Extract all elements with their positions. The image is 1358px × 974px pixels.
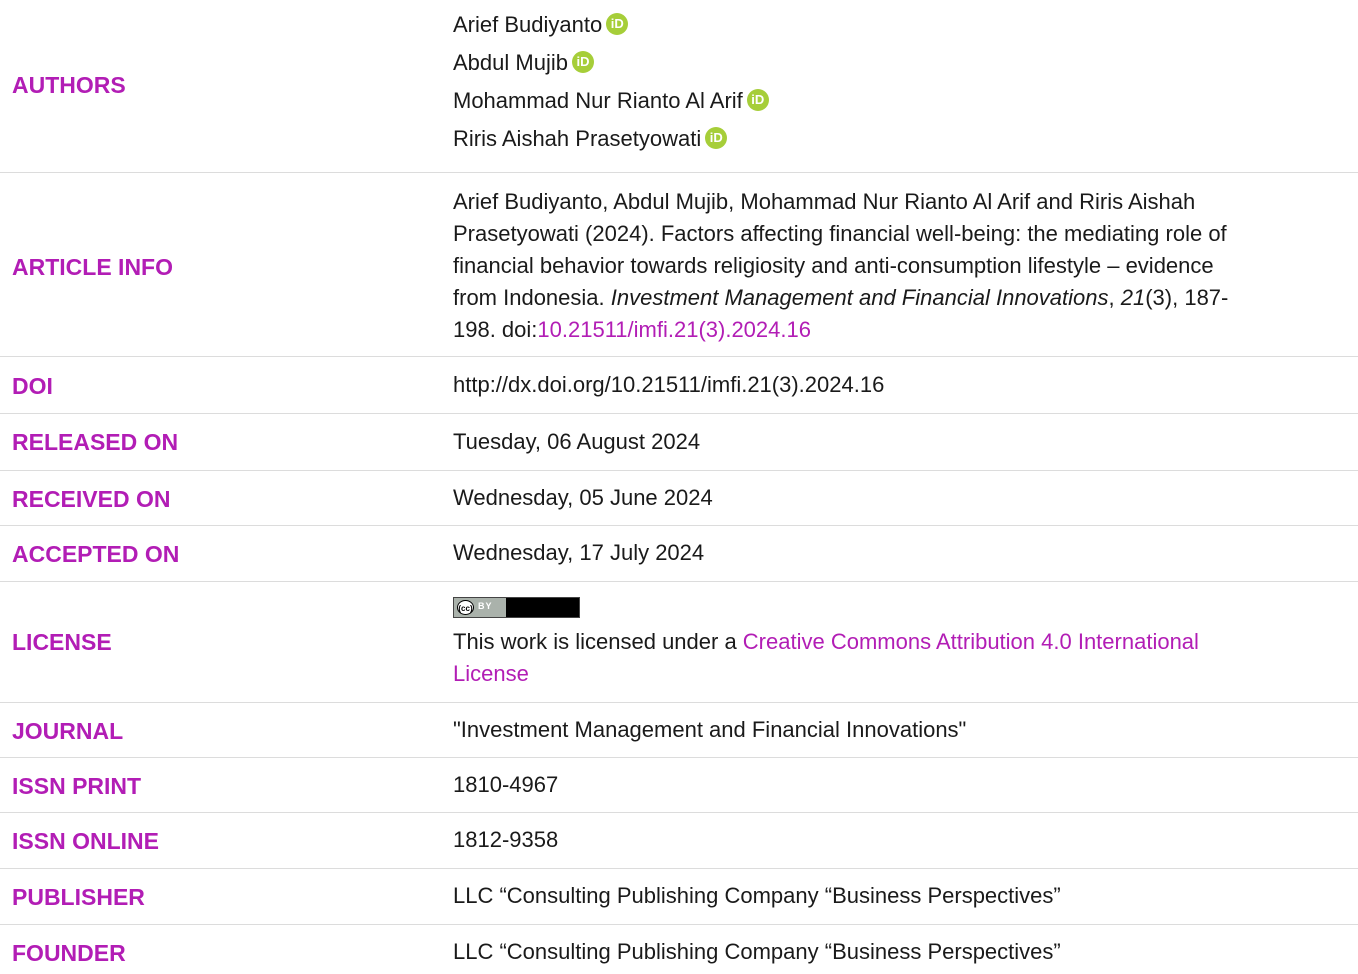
license-line: License xyxy=(453,658,1330,690)
journal-value: "Investment Management and Financial Inn… xyxy=(453,717,967,742)
founder-row: FOUNDER LLC “Consulting Publishing Compa… xyxy=(0,925,1358,974)
authors-row: AUTHORS Arief Budiyanto iD Abdul Mujib iD … xyxy=(0,0,1358,173)
received-on-value: Wednesday, 05 June 2024 xyxy=(453,485,713,510)
cc-by-badge[interactable]: (cc) BY xyxy=(453,597,580,623)
founder-label: FOUNDER xyxy=(12,940,126,966)
citation-line: 198. doi:10.21511/imfi.21(3).2024.16 xyxy=(453,314,1330,346)
citation-text: from Indonesia. xyxy=(453,285,611,310)
license-prefix: This work is licensed under a xyxy=(453,629,743,654)
license-line: This work is licensed under a Creative C… xyxy=(453,626,1330,658)
citation-line: from Indonesia. Investment Management an… xyxy=(453,282,1330,314)
citation-line: Prasetyowati (2024). Factors affecting f… xyxy=(453,221,1227,246)
issn-online-label: ISSN ONLINE xyxy=(12,828,159,854)
cc-icon: (cc) xyxy=(457,600,474,615)
license-link-continued[interactable]: License xyxy=(453,661,529,686)
received-on-label: RECEIVED ON xyxy=(12,486,171,512)
author-name[interactable]: Abdul Mujib xyxy=(453,50,568,75)
cc-by-badge-image: (cc) BY xyxy=(453,597,580,618)
citation-volume: 21 xyxy=(1120,285,1146,310)
license-text: This work is licensed under a Creative C… xyxy=(453,626,1330,690)
publisher-row: PUBLISHER LLC “Consulting Publishing Com… xyxy=(0,869,1358,925)
author-item: Mohammad Nur Rianto Al Arif iD xyxy=(453,82,1330,120)
article-info-citation: Arief Budiyanto, Abdul Mujib, Mohammad N… xyxy=(453,186,1330,346)
released-on-row: RELEASED ON Tuesday, 06 August 2024 xyxy=(0,414,1358,471)
authors-list: Arief Budiyanto iD Abdul Mujib iD Mohammad… xyxy=(453,6,1330,158)
author-name[interactable]: Mohammad Nur Rianto Al Arif xyxy=(453,88,743,113)
author-name[interactable]: Riris Aishah Prasetyowati xyxy=(453,126,701,151)
received-on-row: RECEIVED ON Wednesday, 05 June 2024 xyxy=(0,471,1358,526)
issn-online-row: ISSN ONLINE 1812-9358 xyxy=(0,813,1358,869)
author-item: Arief Budiyanto iD xyxy=(453,6,1330,44)
citation-text: (3), 187- xyxy=(1145,285,1229,310)
issn-online-value: 1812-9358 xyxy=(453,827,559,852)
citation-line: Arief Budiyanto, Abdul Mujib, Mohammad N… xyxy=(453,189,1196,214)
released-on-value: Tuesday, 06 August 2024 xyxy=(453,429,701,454)
citation-text: 198. doi: xyxy=(453,317,538,342)
authors-label: AUTHORS xyxy=(12,72,126,98)
accepted-on-label: ACCEPTED ON xyxy=(12,541,180,567)
orcid-icon[interactable]: iD xyxy=(571,51,594,74)
license-link[interactable]: Creative Commons Attribution 4.0 Interna… xyxy=(743,629,1199,654)
issn-print-row: ISSN PRINT 1810-4967 xyxy=(0,758,1358,813)
citation-journal: Investment Management and Financial Inno… xyxy=(610,285,1109,310)
citation-text: , xyxy=(1108,285,1121,310)
journal-row: JOURNAL "Investment Management and Finan… xyxy=(0,703,1358,758)
author-item: Abdul Mujib iD xyxy=(453,44,1330,82)
orcid-icon[interactable]: iD xyxy=(746,89,769,112)
issn-print-value: 1810-4967 xyxy=(453,772,559,797)
by-text: BY xyxy=(478,601,493,611)
orcid-icon[interactable]: iD xyxy=(705,127,728,150)
issn-print-label: ISSN PRINT xyxy=(12,773,142,799)
founder-value: LLC “Consulting Publishing Company “Busi… xyxy=(453,939,1061,964)
license-label: LICENSE xyxy=(12,629,112,655)
citation-line: financial behavior towards religiosity a… xyxy=(453,253,1214,278)
author-item: Riris Aishah Prasetyowati iD xyxy=(453,120,1330,158)
publisher-label: PUBLISHER xyxy=(12,884,145,910)
orcid-icon[interactable]: iD xyxy=(606,13,629,36)
released-on-label: RELEASED ON xyxy=(12,429,179,455)
doi-value: http://dx.doi.org/10.21511/imfi.21(3).20… xyxy=(453,372,885,397)
author-name[interactable]: Arief Budiyanto xyxy=(453,12,602,37)
article-info-row: ARTICLE INFO Arief Budiyanto, Abdul Muji… xyxy=(0,173,1358,357)
article-info-label: ARTICLE INFO xyxy=(12,254,173,280)
accepted-on-row: ACCEPTED ON Wednesday, 17 July 2024 xyxy=(0,526,1358,582)
publisher-value: LLC “Consulting Publishing Company “Busi… xyxy=(453,883,1061,908)
doi-label: DOI xyxy=(12,373,53,399)
journal-label: JOURNAL xyxy=(12,718,124,744)
doi-row: DOI http://dx.doi.org/10.21511/imfi.21(3… xyxy=(0,357,1358,414)
accepted-on-value: Wednesday, 17 July 2024 xyxy=(453,540,705,565)
license-row: LICENSE (cc) BY This work is licensed un… xyxy=(0,582,1358,703)
doi-link[interactable]: 10.21511/imfi.21(3).2024.16 xyxy=(537,317,811,342)
